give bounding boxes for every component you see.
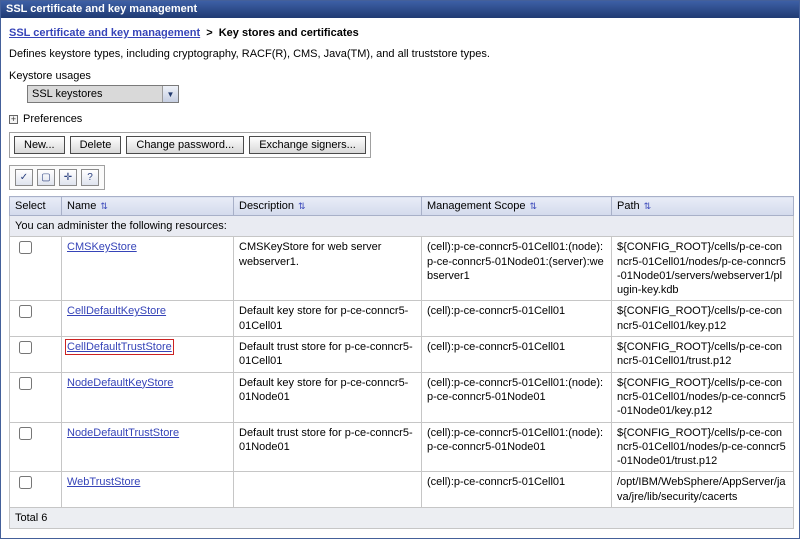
breadcrumb-current: Key stores and certificates bbox=[219, 27, 359, 39]
keystore-link[interactable]: CMSKeyStore bbox=[67, 241, 137, 253]
table-header-row: Select Name⇅ Description⇅ Management Sco… bbox=[10, 197, 794, 216]
column-header-management-scope: Management Scope⇅ bbox=[422, 197, 612, 216]
breadcrumb-parent-link[interactable]: SSL certificate and key management bbox=[9, 27, 200, 39]
preferences-label: Preferences bbox=[23, 113, 82, 125]
select-all-icon[interactable]: ✓ bbox=[15, 169, 33, 186]
keystore-path: ${CONFIG_ROOT}/cells/p-ce-conncr5-01Cell… bbox=[612, 237, 794, 301]
table-row: CellDefaultTrustStore Default trust stor… bbox=[10, 337, 794, 373]
keystore-usages-select[interactable]: SSL keystores ▼ bbox=[27, 85, 179, 103]
help-icon[interactable]: ? bbox=[81, 169, 99, 186]
keystores-table: Select Name⇅ Description⇅ Management Sco… bbox=[9, 196, 794, 529]
keystore-description: CMSKeyStore for web server webserver1. bbox=[234, 237, 422, 301]
table-row: CellDefaultKeyStore Default key store fo… bbox=[10, 301, 794, 337]
keystore-link-highlighted[interactable]: CellDefaultTrustStore bbox=[67, 341, 172, 353]
column-header-select: Select bbox=[10, 197, 62, 216]
column-header-path: Path⇅ bbox=[612, 197, 794, 216]
admin-note-text: You can administer the following resourc… bbox=[10, 216, 794, 237]
preferences-section: + Preferences bbox=[9, 113, 791, 125]
row-select-checkbox[interactable] bbox=[19, 341, 32, 354]
sort-description-icon[interactable]: ⇅ bbox=[298, 201, 306, 211]
action-button-bar: New... Delete Change password... Exchang… bbox=[9, 132, 371, 158]
keystore-management-scope: (cell):p-ce-conncr5-01Cell01 bbox=[422, 301, 612, 337]
change-password-button[interactable]: Change password... bbox=[126, 136, 244, 154]
keystore-usages-selected-value: SSL keystores bbox=[28, 86, 162, 102]
window-titlebar: SSL certificate and key management bbox=[1, 1, 799, 18]
keystore-description: Default key store for p-ce-conncr5-01Nod… bbox=[234, 372, 422, 422]
keystore-link[interactable]: CellDefaultKeyStore bbox=[67, 305, 166, 317]
sort-scope-icon[interactable]: ⇅ bbox=[529, 201, 537, 211]
keystore-management-scope: (cell):p-ce-conncr5-01Cell01:(node):p-ce… bbox=[422, 372, 612, 422]
keystore-description: Default key store for p-ce-conncr5-01Cel… bbox=[234, 301, 422, 337]
keystore-management-scope: (cell):p-ce-conncr5-01Cell01:(node):p-ce… bbox=[422, 422, 612, 472]
show-filter-icon[interactable]: ✛ bbox=[59, 169, 77, 186]
keystore-management-scope: (cell):p-ce-conncr5-01Cell01 bbox=[422, 337, 612, 373]
row-select-checkbox[interactable] bbox=[19, 377, 32, 390]
keystore-description: Default trust store for p-ce-conncr5-01C… bbox=[234, 337, 422, 373]
dropdown-arrow-icon: ▼ bbox=[162, 86, 178, 102]
keystore-link[interactable]: NodeDefaultKeyStore bbox=[67, 377, 173, 389]
column-header-description: Description⇅ bbox=[234, 197, 422, 216]
total-count: Total 6 bbox=[10, 508, 794, 529]
keystore-description bbox=[234, 472, 422, 508]
keystore-description: Default trust store for p-ce-conncr5-01N… bbox=[234, 422, 422, 472]
keystore-path: ${CONFIG_ROOT}/cells/p-ce-conncr5-01Cell… bbox=[612, 301, 794, 337]
keystore-link[interactable]: WebTrustStore bbox=[67, 476, 140, 488]
keystore-management-scope: (cell):p-ce-conncr5-01Cell01 bbox=[422, 472, 612, 508]
keystore-path: ${CONFIG_ROOT}/cells/p-ce-conncr5-01Cell… bbox=[612, 337, 794, 373]
keystore-path: ${CONFIG_ROOT}/cells/p-ce-conncr5-01Cell… bbox=[612, 372, 794, 422]
deselect-all-icon[interactable]: ▢ bbox=[37, 169, 55, 186]
window-title: SSL certificate and key management bbox=[6, 3, 197, 15]
table-row: CMSKeyStore CMSKeyStore for web server w… bbox=[10, 237, 794, 301]
keystore-path: /opt/IBM/WebSphere/AppServer/java/jre/li… bbox=[612, 472, 794, 508]
page-description: Defines keystore types, including crypto… bbox=[9, 48, 791, 60]
new-button[interactable]: New... bbox=[14, 136, 65, 154]
page-content: SSL certificate and key management > Key… bbox=[1, 18, 799, 529]
sort-path-icon[interactable]: ⇅ bbox=[644, 201, 652, 211]
table-row: WebTrustStore (cell):p-ce-conncr5-01Cell… bbox=[10, 472, 794, 508]
delete-button[interactable]: Delete bbox=[70, 136, 122, 154]
admin-note-row: You can administer the following resourc… bbox=[10, 216, 794, 237]
table-row: NodeDefaultKeyStore Default key store fo… bbox=[10, 372, 794, 422]
breadcrumb: SSL certificate and key management > Key… bbox=[9, 27, 791, 39]
row-select-checkbox[interactable] bbox=[19, 427, 32, 440]
table-toolbar: ✓ ▢ ✛ ? bbox=[9, 165, 105, 190]
row-select-checkbox[interactable] bbox=[19, 241, 32, 254]
keystore-usages-label: Keystore usages bbox=[9, 70, 791, 82]
column-header-name: Name⇅ bbox=[62, 197, 234, 216]
row-select-checkbox[interactable] bbox=[19, 305, 32, 318]
breadcrumb-separator: > bbox=[206, 27, 212, 39]
sort-name-icon[interactable]: ⇅ bbox=[100, 201, 108, 211]
table-row: NodeDefaultTrustStore Default trust stor… bbox=[10, 422, 794, 472]
keystore-link[interactable]: NodeDefaultTrustStore bbox=[67, 427, 179, 439]
keystore-path: ${CONFIG_ROOT}/cells/p-ce-conncr5-01Cell… bbox=[612, 422, 794, 472]
table-total-row: Total 6 bbox=[10, 508, 794, 529]
app-window: SSL certificate and key management SSL c… bbox=[0, 0, 800, 539]
expand-plus-icon[interactable]: + bbox=[9, 115, 18, 124]
row-select-checkbox[interactable] bbox=[19, 476, 32, 489]
keystore-management-scope: (cell):p-ce-conncr5-01Cell01:(node):p-ce… bbox=[422, 237, 612, 301]
exchange-signers-button[interactable]: Exchange signers... bbox=[249, 136, 366, 154]
